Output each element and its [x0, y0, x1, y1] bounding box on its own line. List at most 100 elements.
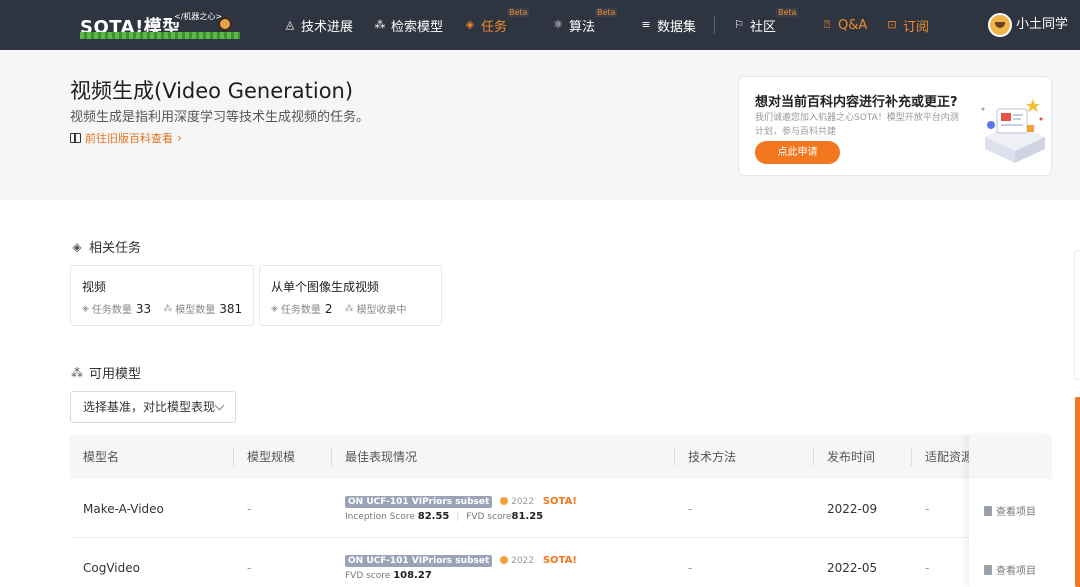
- nav-item-datasets[interactable]: ≡ 数据集: [640, 0, 696, 50]
- metric-label: Inception Score: [345, 512, 415, 522]
- layers-icon: ◈: [271, 303, 278, 314]
- nav-label: 数据集: [657, 19, 697, 35]
- user-name[interactable]: 小土同学: [1016, 0, 1068, 50]
- side-panel-tab[interactable]: [1074, 250, 1080, 380]
- nav-item-algorithms[interactable]: ⚛ 算法: [552, 0, 595, 50]
- sota-year: 2022: [511, 497, 535, 507]
- contribute-card: 想对当前百科内容进行补充或更正? 我们诚邀您加入机器之心SOTA！模型开放平台内…: [738, 76, 1052, 176]
- layers-icon: ◈: [82, 303, 89, 314]
- apply-button[interactable]: 点此申请: [755, 141, 840, 164]
- contribute-illustration: [981, 99, 1045, 163]
- metric-label: FVD score: [345, 571, 391, 581]
- view-project-link[interactable]: 查看项目: [984, 562, 1036, 577]
- view-project-link[interactable]: 查看项目: [984, 503, 1036, 518]
- model-name[interactable]: Make-A-Video: [83, 502, 164, 516]
- resource: -: [925, 502, 930, 516]
- related-tasks-heading: ◈ 相关任务: [70, 237, 142, 257]
- beta-badge: Beta: [595, 8, 618, 17]
- nav-item-community[interactable]: ⚐ 社区: [733, 0, 776, 50]
- task-card-image-to-video[interactable]: 从单个图像生成视频 ◈ 任务数量 2 ⁂ 模型收录中: [259, 265, 442, 326]
- qa-icon: ⍰: [823, 18, 831, 31]
- document-icon: [984, 505, 992, 516]
- model-count-label: 模型数量: [175, 305, 216, 316]
- database-icon: ≡: [641, 18, 651, 31]
- sota-logo[interactable]: SOTA!模型 </机器之心>: [80, 11, 240, 39]
- task-meta: ◈ 任务数量 33 ⁂ 模型数量 381: [82, 301, 243, 317]
- nav-divider: [714, 16, 715, 34]
- col-header-name: 模型名: [83, 450, 120, 464]
- nodes-icon: ⁂: [374, 18, 386, 31]
- nav-item-tasks[interactable]: ◈ 任务: [464, 0, 507, 50]
- available-models-title: 可用模型: [89, 367, 142, 382]
- beta-badge: Beta: [507, 8, 530, 17]
- flag-icon: ⚐: [734, 18, 744, 31]
- medal-icon: [500, 556, 509, 564]
- nav-label: 算法: [569, 19, 596, 35]
- metric-value: 108.27: [393, 570, 432, 581]
- nav-item-qa[interactable]: ⍰ Q&A: [821, 0, 868, 50]
- book-icon: [70, 133, 81, 143]
- best-performance: ON UCF-101 VIPriors subset 2022 SOTA! In…: [345, 496, 577, 522]
- nav-item-subscribe[interactable]: ⊡ 订阅: [886, 0, 929, 50]
- chevron-down-icon: [214, 400, 225, 411]
- best-performance: ON UCF-101 VIPriors subset 2022 SOTA! FV…: [345, 552, 577, 581]
- table-header: 模型名 模型规模 最佳表现情况 技术方法 发布时间 适配资源: [70, 435, 1052, 479]
- user-avatar[interactable]: [988, 13, 1012, 37]
- task-count: 33: [135, 301, 152, 316]
- contribute-card-description: 我们诚邀您加入机器之心SOTA！模型开放平台内测计划，参与百科共建: [755, 113, 959, 137]
- page-description: 视频生成是指利用深度学习等技术生成视频的任务。: [70, 110, 370, 125]
- resource: -: [925, 561, 930, 575]
- release-date: 2022-09: [827, 502, 878, 516]
- available-models-heading: ⁂ 可用模型: [70, 363, 142, 383]
- view-project-label: 查看项目: [996, 566, 1036, 577]
- nodes-icon: ⁂: [163, 303, 173, 314]
- task-count-label: 任务数量: [91, 305, 132, 316]
- nav-label: 订阅: [903, 19, 930, 35]
- tech-method: -: [688, 502, 693, 516]
- model-count: 381: [219, 301, 243, 316]
- nav-item-search-models[interactable]: ⁂ 检索模型: [374, 0, 444, 50]
- model-name[interactable]: CogVideo: [83, 561, 140, 575]
- sota-badge: SOTA!: [542, 555, 577, 566]
- benchmark-select[interactable]: 选择基准，对比模型表现: [70, 391, 236, 423]
- bookmark-icon: ⊡: [887, 18, 897, 31]
- top-nav: SOTA!模型 </机器之心> ◬ 技术进展 ⁂ 检索模型 ◈ 任务 Beta …: [0, 0, 1080, 50]
- medal-icon: [500, 497, 509, 505]
- side-feedback-tab[interactable]: [1075, 397, 1080, 587]
- benchmark-tag[interactable]: ON UCF-101 VIPriors subset: [345, 555, 493, 567]
- document-icon: [984, 564, 992, 575]
- nav-item-tech-progress[interactable]: ◬ 技术进展: [284, 0, 353, 50]
- atom-icon: ⚛: [553, 18, 563, 31]
- logo-grass-decoration: [80, 32, 240, 39]
- logo-subtitle: </机器之心>: [172, 11, 225, 22]
- table-row[interactable]: CogVideo - ON UCF-101 VIPriors subset 20…: [70, 539, 980, 587]
- task-count: 2: [324, 301, 333, 316]
- nodes-icon: ⁂: [71, 365, 83, 380]
- tech-method: -: [688, 561, 693, 575]
- task-count-label: 任务数量: [280, 305, 321, 316]
- view-project-label: 查看项目: [996, 507, 1036, 518]
- beta-badge: Beta: [776, 8, 799, 17]
- col-header-method: 技术方法: [688, 450, 737, 464]
- layers-icon: ◈: [465, 18, 475, 31]
- metric-label: FVD score: [466, 512, 512, 522]
- benchmark-tag[interactable]: ON UCF-101 VIPriors subset: [345, 496, 493, 508]
- metric-value: 81.25: [511, 511, 544, 522]
- radar-icon: ◬: [285, 18, 295, 31]
- col-header-best: 最佳表现情况: [345, 450, 418, 464]
- metric-value: 82.55: [417, 511, 450, 522]
- sota-year: 2022: [511, 556, 535, 566]
- benchmark-select-label: 选择基准，对比模型表现: [83, 400, 216, 414]
- nav-label: Q&A: [838, 17, 868, 33]
- old-wiki-link-label: 前往旧版百科查看: [85, 132, 173, 145]
- old-wiki-link[interactable]: 前往旧版百科查看 ›: [70, 130, 182, 146]
- model-scale: -: [247, 561, 252, 575]
- nav-label: 任务: [481, 19, 508, 35]
- release-date: 2022-05: [827, 561, 878, 575]
- task-name: 从单个图像生成视频: [271, 280, 380, 294]
- page-title: 视频生成(Video Generation): [70, 79, 354, 103]
- table-row[interactable]: Make-A-Video - ON UCF-101 VIPriors subse…: [70, 479, 980, 538]
- model-count-label: 模型收录中: [356, 305, 407, 316]
- related-tasks-title: 相关任务: [89, 241, 142, 256]
- task-card-video[interactable]: 视频 ◈ 任务数量 33 ⁂ 模型数量 381: [70, 265, 254, 326]
